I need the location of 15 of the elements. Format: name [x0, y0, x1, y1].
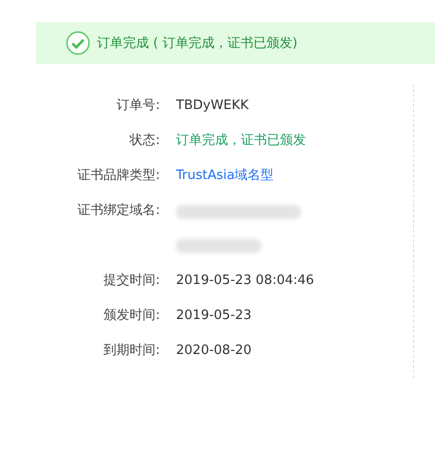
field-label: 到期时间:: [102, 342, 160, 360]
field-label: 颁发时间:: [102, 307, 160, 325]
field-label: 状态:: [128, 132, 160, 150]
banner-text: 订单完成 ( 订单完成，证书已颁发): [97, 35, 298, 52]
field-label: 提交时间:: [102, 272, 160, 290]
field-label: 证书品牌类型:: [76, 167, 160, 185]
field-label: 订单号:: [116, 97, 160, 115]
brand-link[interactable]: TrustAsia域名型: [176, 168, 274, 183]
status-text: 订单完成，证书已颁发: [176, 132, 307, 150]
field-label: 证书绑定域名:: [76, 202, 160, 220]
field-value: TBDyWEKK: [176, 97, 250, 115]
field-value: 2019-05-23: [176, 307, 253, 325]
field-value: 2019-05-23 08:04:46: [176, 272, 316, 290]
check-circle-icon: [66, 31, 90, 55]
field-value: 2020-08-20: [176, 342, 253, 360]
